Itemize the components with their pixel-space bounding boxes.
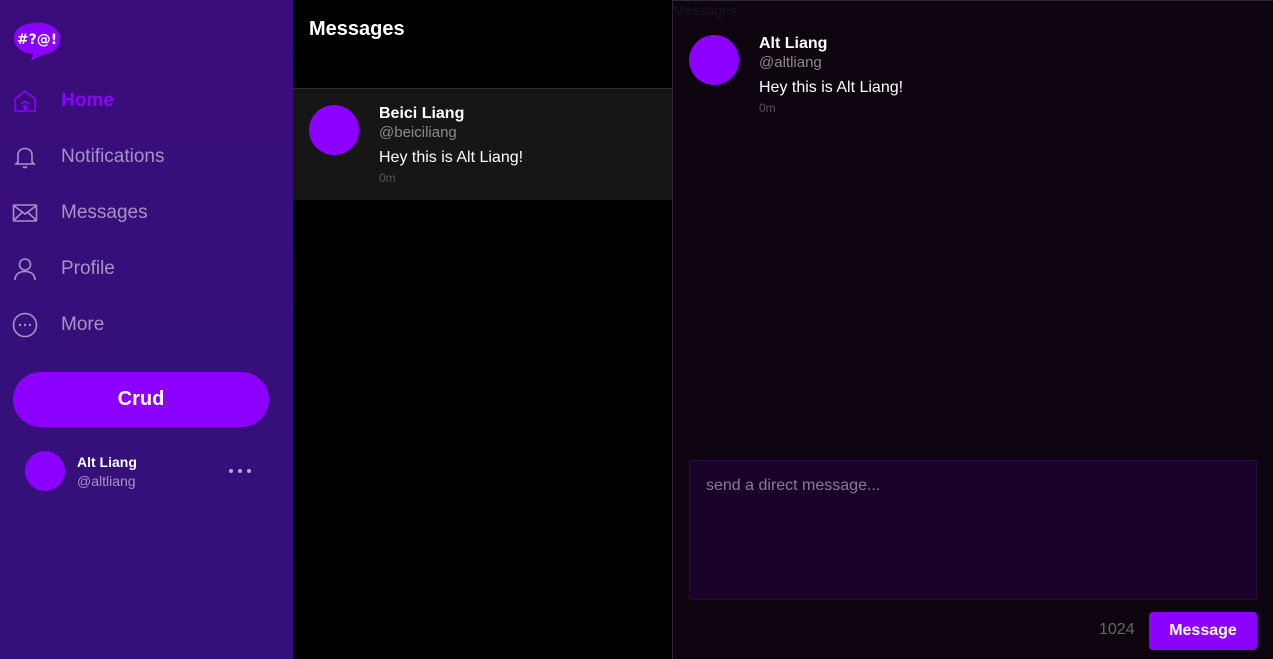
avatar bbox=[309, 105, 359, 155]
more-circle-icon bbox=[12, 312, 38, 338]
mail-icon bbox=[12, 200, 38, 226]
char-counter: 1024 bbox=[1099, 621, 1135, 638]
send-message-button[interactable]: Message bbox=[1149, 612, 1257, 650]
avatar bbox=[25, 451, 65, 491]
nav-item-more[interactable]: More bbox=[12, 305, 272, 345]
nav-label-more: More bbox=[61, 314, 105, 335]
app-window: #?@! Home Notifications Messages Profile… bbox=[0, 0, 1273, 659]
sidebar: #?@! Home Notifications Messages Profile… bbox=[0, 0, 293, 659]
conversation-name: Beici Liang bbox=[379, 105, 465, 122]
message-input[interactable] bbox=[689, 460, 1257, 600]
more-dots-icon[interactable] bbox=[229, 463, 251, 479]
nav-item-profile[interactable]: Profile bbox=[12, 249, 272, 289]
message-time: 0m bbox=[759, 101, 776, 115]
bell-icon bbox=[12, 144, 38, 170]
nav-item-home[interactable]: Home bbox=[12, 81, 272, 121]
conversation-body: Beici Liang @beiciliang Hey this is Alt … bbox=[379, 105, 523, 185]
account-handle: @altliang bbox=[77, 472, 136, 489]
account-name: Alt Liang bbox=[77, 453, 137, 470]
conversation-preview: Hey this is Alt Liang! bbox=[379, 149, 524, 166]
nav-item-messages[interactable]: Messages bbox=[12, 193, 272, 233]
nav-label-messages: Messages bbox=[61, 202, 148, 223]
chat-panel: Messages Alt Liang @altliang Hey this is… bbox=[673, 0, 1273, 659]
logo-text: #?@! bbox=[17, 32, 57, 48]
user-icon bbox=[12, 256, 38, 282]
page-title: Messages bbox=[309, 18, 405, 40]
message-handle: @altliang bbox=[759, 54, 822, 71]
nav-label-profile: Profile bbox=[61, 258, 115, 279]
nav-item-notifications[interactable]: Notifications bbox=[12, 137, 272, 177]
message-text: Hey this is Alt Liang! bbox=[759, 79, 904, 96]
message-body: Alt Liang @altliang Hey this is Alt Lian… bbox=[759, 35, 903, 115]
account-switcher[interactable]: Alt Liang @altliang bbox=[25, 451, 265, 491]
message-author: Alt Liang bbox=[759, 35, 828, 52]
conversation-list-panel: Messages Beici Liang @beiciliang Hey thi… bbox=[293, 0, 673, 659]
account-names: Alt Liang @altliang bbox=[77, 454, 137, 489]
app-logo[interactable]: #?@! bbox=[13, 21, 61, 61]
nav-label-home: Home bbox=[61, 90, 114, 111]
nav-label-notifications: Notifications bbox=[61, 146, 165, 167]
conversation-time: 0m bbox=[379, 171, 396, 185]
home-icon bbox=[12, 88, 38, 114]
conversation-handle: @beiciliang bbox=[379, 124, 457, 141]
crud-button[interactable]: Crud bbox=[13, 372, 269, 427]
avatar bbox=[689, 35, 739, 85]
conversation-item[interactable]: Beici Liang @beiciliang Hey this is Alt … bbox=[293, 89, 672, 200]
chat-caption: Messages bbox=[673, 2, 737, 18]
